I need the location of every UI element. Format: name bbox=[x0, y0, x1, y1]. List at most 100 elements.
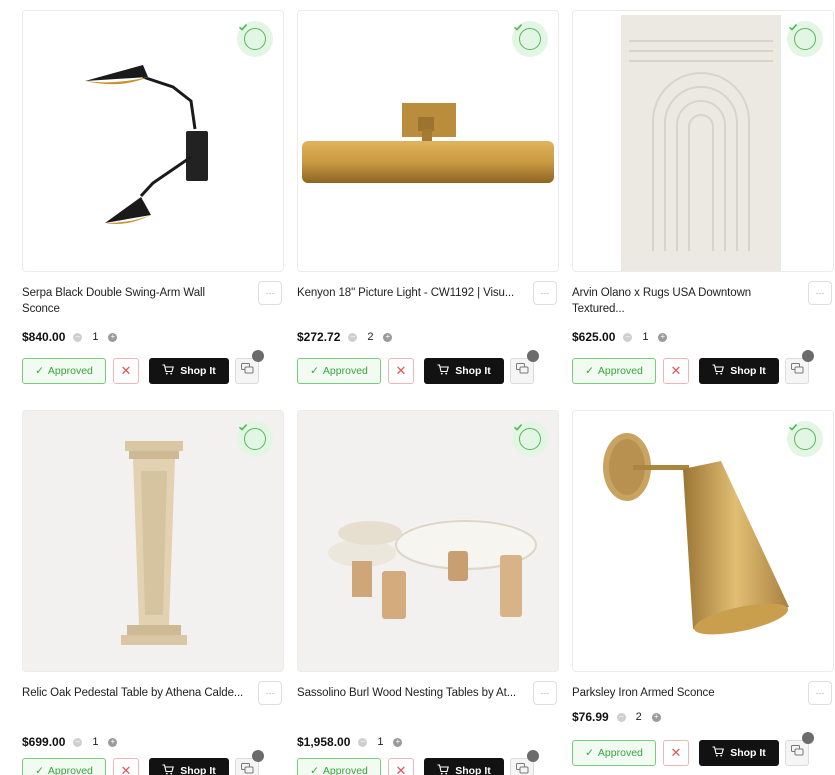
decrease-quantity-button[interactable]: – bbox=[358, 737, 368, 747]
close-icon: ✕ bbox=[120, 763, 132, 775]
comment-button[interactable] bbox=[510, 750, 539, 775]
comment-badge bbox=[527, 750, 539, 762]
comment-button[interactable] bbox=[235, 750, 264, 775]
close-icon: ✕ bbox=[120, 363, 132, 378]
check-icon: ✓ bbox=[585, 365, 594, 377]
reject-button[interactable]: ✕ bbox=[113, 758, 139, 775]
product-title[interactable]: Kenyon 18" Picture Light - CW1192 | Visu… bbox=[297, 285, 519, 301]
product-title[interactable]: Relic Oak Pedestal Table by Athena Calde… bbox=[22, 685, 244, 701]
approved-button[interactable]: ✓ Approved bbox=[22, 758, 106, 775]
product-price: $699.00 bbox=[22, 735, 66, 749]
reject-button[interactable]: ✕ bbox=[663, 358, 689, 384]
more-options-button[interactable]: ··· bbox=[258, 281, 282, 305]
quantity-value: 2 bbox=[635, 711, 642, 723]
more-options-button[interactable]: ··· bbox=[808, 281, 832, 305]
shop-it-label: Shop It bbox=[455, 765, 491, 775]
shop-it-label: Shop It bbox=[730, 747, 766, 759]
shop-it-button[interactable]: Shop It bbox=[699, 358, 779, 384]
more-options-button[interactable]: ··· bbox=[808, 681, 832, 705]
increase-quantity-button[interactable]: + bbox=[108, 737, 118, 747]
approved-button[interactable]: ✓ Approved bbox=[297, 358, 381, 384]
increase-quantity-button[interactable]: + bbox=[383, 332, 393, 342]
quantity-value: 2 bbox=[367, 331, 374, 343]
reject-button[interactable]: ✕ bbox=[388, 758, 414, 775]
product-image[interactable] bbox=[297, 410, 559, 672]
chat-bubbles-icon bbox=[240, 362, 254, 380]
product-price: $625.00 bbox=[572, 330, 616, 344]
more-options-button[interactable]: ··· bbox=[533, 681, 557, 705]
comment-badge bbox=[802, 732, 814, 744]
decrease-quantity-button[interactable]: – bbox=[73, 332, 83, 342]
chat-bubbles-icon bbox=[790, 744, 804, 762]
comment-button[interactable] bbox=[510, 350, 539, 384]
reject-button[interactable]: ✕ bbox=[663, 740, 689, 766]
comment-badge bbox=[252, 750, 264, 762]
approved-label: Approved bbox=[47, 765, 93, 775]
product-image[interactable] bbox=[22, 10, 284, 272]
comment-button[interactable] bbox=[785, 350, 814, 384]
reject-button[interactable]: ✕ bbox=[113, 358, 139, 384]
shop-it-button[interactable]: Shop It bbox=[699, 740, 779, 766]
ellipsis-icon: ··· bbox=[265, 288, 275, 298]
decrease-quantity-button[interactable]: – bbox=[73, 737, 83, 747]
approved-label: Approved bbox=[597, 747, 643, 759]
chat-bubbles-icon bbox=[240, 762, 254, 775]
product-title[interactable]: Sassolino Burl Wood Nesting Tables by At… bbox=[297, 685, 519, 701]
product-image[interactable] bbox=[297, 10, 559, 272]
comment-badge bbox=[802, 350, 814, 362]
shop-it-button[interactable]: Shop It bbox=[149, 758, 229, 775]
increase-quantity-button[interactable]: + bbox=[658, 332, 668, 342]
shop-it-label: Shop It bbox=[455, 365, 491, 377]
approved-status-badge bbox=[237, 21, 273, 57]
decrease-quantity-button[interactable]: – bbox=[348, 332, 358, 342]
product-title[interactable]: Arvin Olano x Rugs USA Downtown Textured… bbox=[572, 285, 794, 317]
product-image[interactable] bbox=[572, 10, 834, 272]
product-title[interactable]: Parksley Iron Armed Sconce bbox=[572, 685, 794, 701]
action-row: ✓ Approved ✕ Shop It bbox=[572, 732, 814, 766]
decrease-quantity-button[interactable]: – bbox=[616, 712, 626, 722]
approved-button[interactable]: ✓ Approved bbox=[572, 358, 656, 384]
comment-button[interactable] bbox=[235, 350, 264, 384]
ellipsis-icon: ··· bbox=[265, 688, 275, 698]
close-icon: ✕ bbox=[395, 363, 407, 378]
check-circle-icon bbox=[513, 24, 541, 50]
product-price: $76.99 bbox=[572, 710, 609, 724]
approved-button[interactable]: ✓ Approved bbox=[22, 358, 106, 384]
increase-quantity-button[interactable]: + bbox=[393, 737, 403, 747]
action-row: ✓ Approved ✕ Shop It bbox=[22, 350, 264, 384]
chat-bubbles-icon bbox=[790, 362, 804, 380]
check-icon: ✓ bbox=[585, 747, 594, 759]
cart-icon bbox=[162, 764, 175, 775]
quantity-value: 1 bbox=[377, 736, 384, 748]
approved-button[interactable]: ✓ Approved bbox=[572, 740, 656, 766]
price-row: $272.72 – 2 + bbox=[297, 329, 393, 345]
approved-status-badge bbox=[237, 421, 273, 457]
shop-it-label: Shop It bbox=[730, 365, 766, 377]
decrease-quantity-button[interactable]: – bbox=[623, 332, 633, 342]
shop-it-button[interactable]: Shop It bbox=[149, 358, 229, 384]
comment-button[interactable] bbox=[785, 732, 814, 766]
check-circle-icon bbox=[238, 424, 266, 450]
price-row: $76.99 – 2 + bbox=[572, 709, 661, 725]
quantity-stepper: – 2 + bbox=[348, 331, 393, 343]
more-options-button[interactable]: ··· bbox=[533, 281, 557, 305]
shop-it-button[interactable]: Shop It bbox=[424, 358, 504, 384]
product-title[interactable]: Serpa Black Double Swing-Arm Wall Sconce bbox=[22, 285, 244, 317]
shop-it-button[interactable]: Shop It bbox=[424, 758, 504, 775]
price-row: $840.00 – 1 + bbox=[22, 329, 118, 345]
more-options-button[interactable]: ··· bbox=[258, 681, 282, 705]
product-image[interactable] bbox=[572, 410, 834, 672]
approved-button[interactable]: ✓ Approved bbox=[297, 758, 381, 775]
shop-it-label: Shop It bbox=[180, 365, 216, 377]
increase-quantity-button[interactable]: + bbox=[108, 332, 118, 342]
increase-quantity-button[interactable]: + bbox=[651, 712, 661, 722]
product-price: $840.00 bbox=[22, 330, 66, 344]
action-row: ✓ Approved ✕ Shop It bbox=[297, 350, 539, 384]
product-price: $272.72 bbox=[297, 330, 341, 344]
reject-button[interactable]: ✕ bbox=[388, 358, 414, 384]
cart-icon bbox=[712, 746, 725, 760]
approved-status-badge bbox=[787, 421, 823, 457]
quantity-stepper: – 2 + bbox=[616, 711, 661, 723]
cart-icon bbox=[437, 364, 450, 378]
product-image[interactable] bbox=[22, 410, 284, 672]
